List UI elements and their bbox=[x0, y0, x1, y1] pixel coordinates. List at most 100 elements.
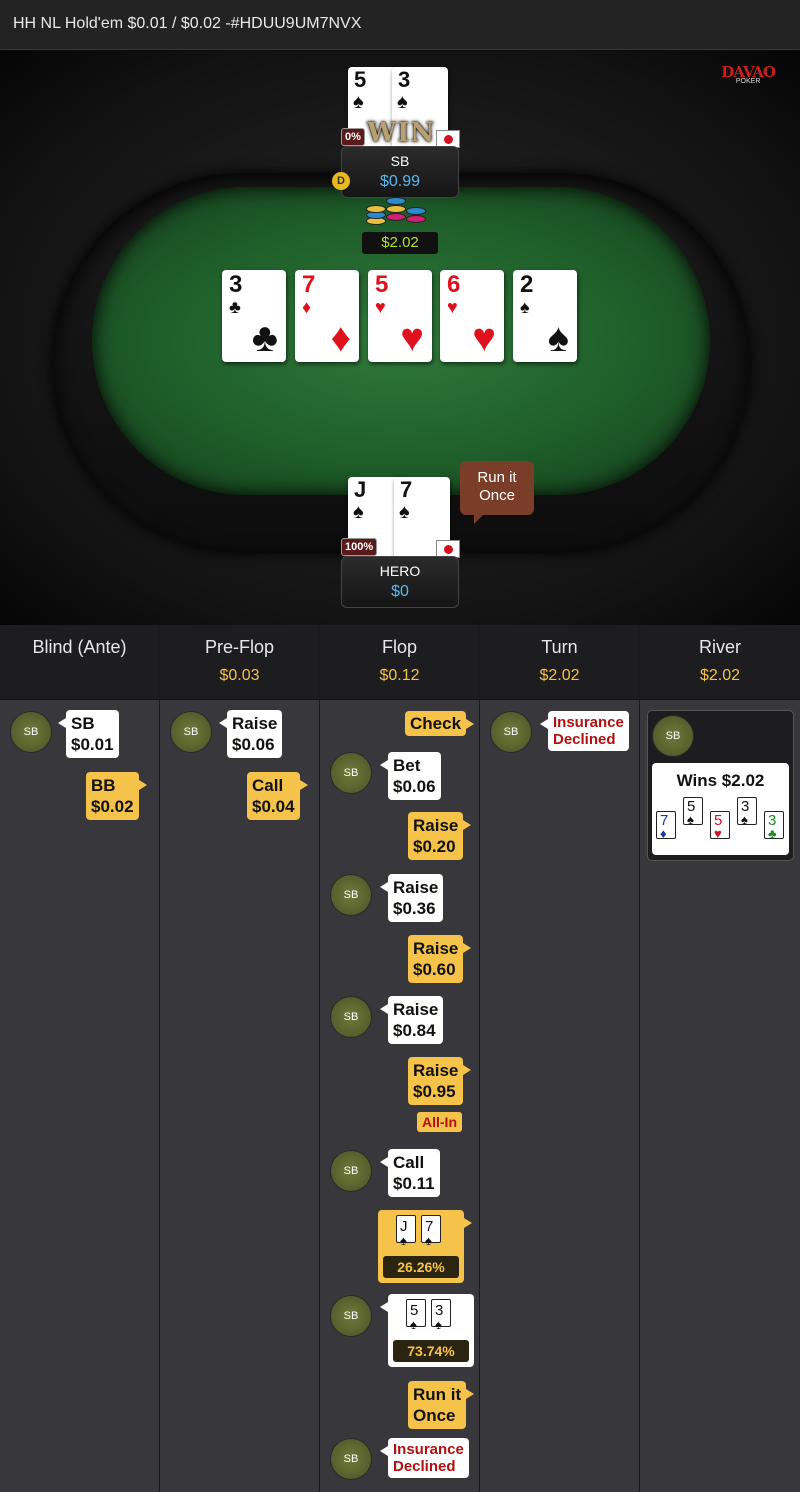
street-name: Turn bbox=[541, 637, 578, 657]
sb-avatar: SB bbox=[170, 711, 212, 753]
sb-avatar: SB bbox=[330, 996, 372, 1038]
club-icon: ♣ bbox=[768, 826, 777, 841]
action-raise: Raise $0.20 bbox=[408, 812, 472, 860]
column-header-blind: Blind (Ante) bbox=[0, 625, 159, 700]
hero-equity: 26.26% bbox=[383, 1256, 459, 1278]
column-river: River $2.02 SB Wins $2.02 7 ♦ 5 ♠ 5 ♥ 3 … bbox=[640, 625, 800, 1492]
column-turn: Turn $2.02 SB Insurance Declined bbox=[480, 625, 640, 1492]
street-name: Pre-Flop bbox=[204, 637, 275, 657]
heart-icon: ♥ bbox=[714, 826, 722, 841]
action-bb-post: BB $0.02 bbox=[86, 772, 147, 820]
action-amount: $0.20 bbox=[413, 837, 456, 856]
action-amount: $0.02 bbox=[91, 797, 134, 816]
action-insurance-declined: Insurance Declined bbox=[380, 1438, 469, 1478]
mini-card: 3 ♣ bbox=[764, 811, 784, 841]
action-type: Call bbox=[393, 1153, 425, 1172]
action-call: Call $0.11 bbox=[380, 1149, 440, 1197]
davao-poker-logo: DAVAO POKER bbox=[721, 63, 776, 85]
board-card-3: 5 ♥ ♥ bbox=[368, 270, 432, 362]
dealer-button-icon: D bbox=[332, 172, 350, 190]
board-card-2: 7 ♦ ♦ bbox=[295, 270, 359, 362]
hero-nameplate[interactable]: HERO $0 bbox=[341, 556, 459, 608]
action-type: Bet bbox=[393, 756, 421, 775]
board-card-1: 3 ♣ ♣ bbox=[222, 270, 286, 362]
mini-card: 5 ♥ bbox=[710, 811, 730, 841]
action-type: Raise bbox=[413, 816, 459, 835]
title-bar: HH NL Hold'em $0.01 / $0.02 -#HDUU9UM7NV… bbox=[0, 0, 800, 50]
mini-card: 5 ♠ bbox=[683, 797, 703, 827]
win-amount: Wins $2.02 bbox=[676, 771, 765, 790]
spade-icon: ♠ bbox=[435, 1317, 442, 1332]
action-raise: Raise $0.60 bbox=[408, 935, 472, 983]
column-header-preflop: Pre-Flop $0.03 bbox=[160, 625, 319, 700]
sb-avatar: SB bbox=[330, 752, 372, 794]
column-preflop: Pre-Flop $0.03 SB Raise $0.06 Call $0.04 bbox=[160, 625, 320, 1492]
action-line-1: Run it bbox=[413, 1385, 462, 1404]
club-icon: ♣ bbox=[251, 316, 278, 360]
action-type: Call bbox=[252, 776, 284, 795]
street-amount: $0.12 bbox=[379, 667, 420, 684]
poker-table-area: DAVAO POKER 5 ♠ 3 ♠ WIN 0% SB $0.99 D $2… bbox=[0, 51, 800, 625]
action-line-2: Once bbox=[413, 1406, 456, 1425]
mini-card: 7 ♦ bbox=[656, 811, 676, 841]
spade-icon: ♠ bbox=[547, 316, 569, 360]
spade-icon: ♠ bbox=[520, 297, 530, 317]
sb-avatar: SB bbox=[652, 715, 694, 757]
spade-icon: ♠ bbox=[397, 91, 408, 113]
card-rank: 7 bbox=[400, 477, 413, 502]
action-line-1: Insurance bbox=[393, 1441, 464, 1458]
spade-icon: ♠ bbox=[425, 1233, 432, 1248]
hero-player-stack: $0 bbox=[391, 583, 409, 600]
win-box: Wins $2.02 7 ♦ 5 ♠ 5 ♥ 3 ♠ 3 ♣ bbox=[652, 763, 789, 855]
club-icon: ♣ bbox=[229, 297, 241, 317]
spade-icon: ♠ bbox=[400, 1233, 407, 1248]
action-type: SB bbox=[71, 714, 95, 733]
mini-card: 5 ♠ bbox=[406, 1299, 426, 1332]
card-rank: 3 bbox=[229, 271, 243, 298]
action-insurance-declined: Insurance Declined bbox=[540, 711, 629, 751]
action-line-1: Insurance bbox=[553, 714, 624, 731]
hand-history-panel: Blind (Ante) SB SB $0.01 BB $0.02 Pre-Fl… bbox=[0, 625, 800, 1492]
action-line-2: Declined bbox=[553, 731, 616, 748]
action-type: Raise bbox=[393, 878, 439, 897]
diamond-icon: ♦ bbox=[660, 826, 667, 841]
mini-card: 3 ♠ bbox=[737, 797, 757, 827]
board-card-5: 2 ♠ ♠ bbox=[513, 270, 577, 362]
win-badge: WIN bbox=[367, 118, 436, 148]
sb-showdown: 5 ♠ 3 ♠ 73.74% bbox=[380, 1294, 474, 1367]
card-rank: 6 bbox=[447, 271, 461, 298]
heart-icon: ♥ bbox=[400, 316, 424, 360]
pot-chips-icon bbox=[364, 197, 436, 233]
action-call: Call $0.04 bbox=[247, 772, 308, 820]
street-amount: $0.03 bbox=[219, 667, 260, 684]
sb-nameplate[interactable]: SB $0.99 bbox=[341, 146, 459, 198]
action-amount: $0.11 bbox=[393, 1174, 435, 1193]
action-raise: Raise $0.95 bbox=[408, 1057, 472, 1105]
action-check: Check bbox=[405, 711, 475, 736]
sb-avatar: SB bbox=[330, 874, 372, 916]
action-run-it-once: Run it Once bbox=[408, 1381, 475, 1429]
action-amount: $0.36 bbox=[393, 899, 436, 918]
action-sb-post: SB $0.01 bbox=[58, 710, 119, 758]
sb-player-name: SB bbox=[390, 153, 410, 169]
mini-card: 3 ♠ bbox=[431, 1299, 451, 1332]
action-amount: $0.06 bbox=[232, 735, 275, 754]
card-rank: J bbox=[354, 477, 367, 502]
diamond-icon: ♦ bbox=[330, 316, 351, 360]
action-type: BB bbox=[91, 776, 116, 795]
card-rank: 2 bbox=[520, 271, 534, 298]
hero-showdown: J ♠ 7 ♠ 26.26% bbox=[378, 1210, 472, 1283]
action-amount: $0.04 bbox=[252, 797, 295, 816]
heart-icon: ♥ bbox=[472, 316, 496, 360]
card-rank: 3 bbox=[398, 67, 411, 92]
street-amount: $2.02 bbox=[699, 667, 741, 684]
diamond-icon: ♦ bbox=[302, 297, 312, 317]
action-type: Raise bbox=[413, 1061, 459, 1080]
action-type: Raise bbox=[393, 1000, 439, 1019]
sb-player-stack: $0.99 bbox=[379, 173, 421, 190]
action-type: Raise bbox=[232, 714, 278, 733]
bubble-line-1: Run it bbox=[477, 469, 517, 486]
sb-avatar: SB bbox=[10, 711, 52, 753]
heart-icon: ♥ bbox=[375, 297, 386, 317]
column-header-flop: Flop $0.12 bbox=[320, 625, 479, 700]
